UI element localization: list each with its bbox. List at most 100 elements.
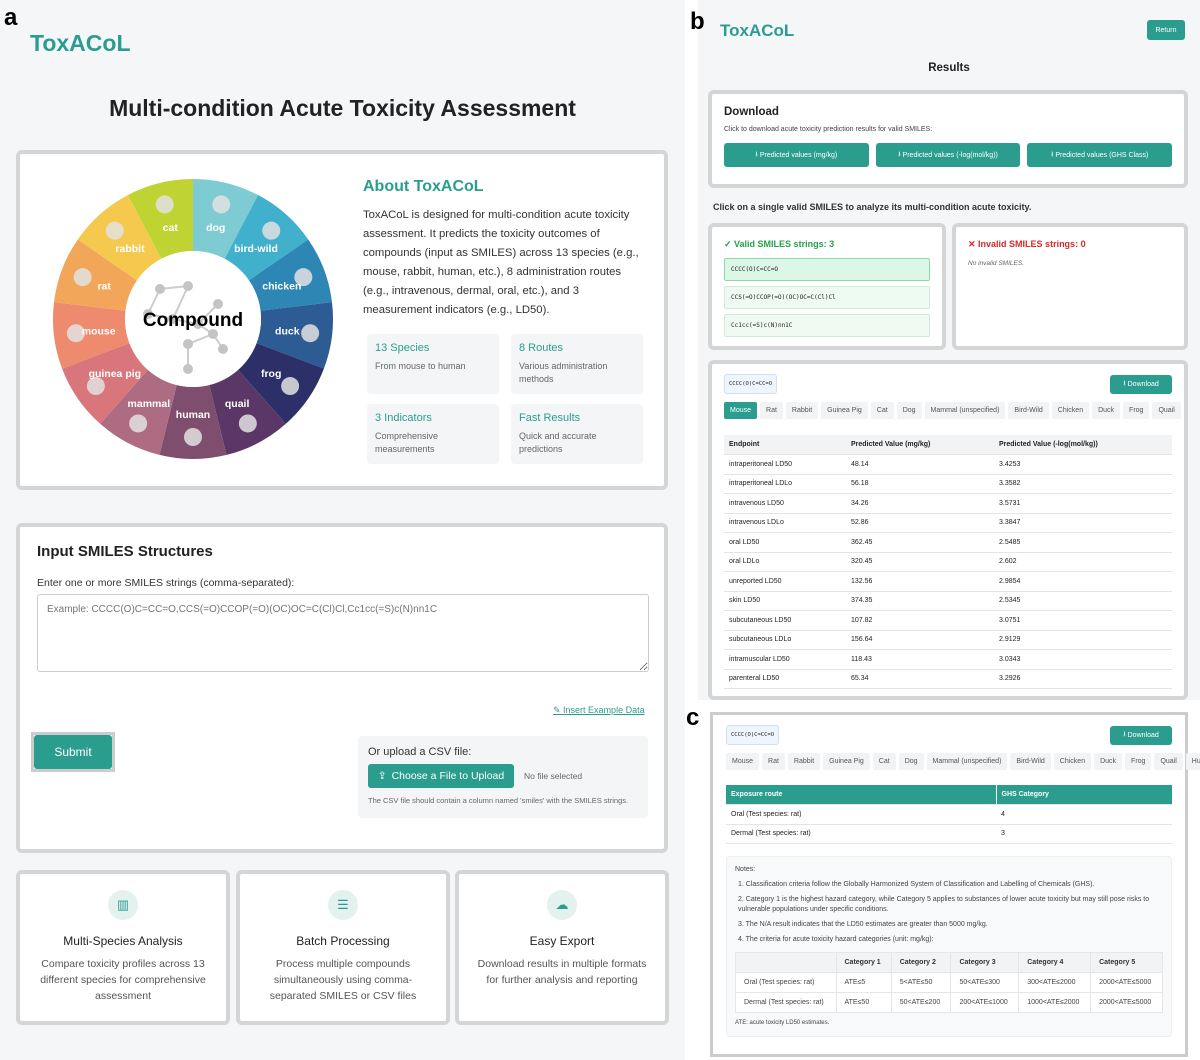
tab-frog[interactable]: Frog	[1123, 402, 1150, 419]
valid-title: Valid SMILES strings: 3	[734, 239, 835, 249]
tab-mouse[interactable]: Mouse	[724, 402, 758, 419]
detail-download-button[interactable]: ⭳ Download	[1110, 725, 1172, 745]
tab-bird-wild[interactable]: Bird-Wild	[1010, 753, 1051, 770]
endpoint-cell: intravenous LD50	[724, 493, 846, 514]
instruction-text: Click on a single valid SMILES to analyz…	[713, 202, 1032, 212]
logmolkg-cell: 3.0751	[994, 610, 1172, 631]
feature-desc: Compare toxicity profiles across 13 diff…	[40, 958, 206, 1002]
wheel-label: duck	[275, 325, 300, 337]
download-card: Download Click to download acute toxicit…	[708, 90, 1188, 188]
wheel-label: guinea pig	[89, 368, 141, 380]
cat-icon	[155, 195, 174, 214]
criteria-cell: Oral (Test species: rat)	[735, 972, 837, 993]
brand-logo[interactable]: ToxACoL	[30, 30, 131, 57]
database-icon: ☰	[328, 890, 358, 920]
download-title: Download	[724, 106, 779, 118]
detail-download-button[interactable]: ⭳ Download	[1110, 374, 1172, 394]
file-status: No file selected	[524, 771, 583, 781]
selected-smiles: CCCC(O)C=CC=O	[726, 725, 780, 745]
about-card: dog bird-wild chicken duck frog quail human mam…	[16, 150, 668, 490]
criteria-cell: 2000<ATE≤5000	[1090, 992, 1163, 1013]
tab-duck[interactable]: Duck	[1092, 402, 1121, 419]
tab-quail[interactable]: Quail	[1154, 753, 1183, 770]
tab-huma[interactable]: Huma	[1185, 753, 1200, 770]
criteria-cell: ATE≤5	[835, 972, 892, 993]
stat-title: 3 Indicators	[375, 412, 432, 424]
panel-label-b: b	[690, 8, 705, 35]
endpoint-cell: intraperitoneal LD50	[724, 454, 846, 475]
species-tabs: Mouse Rat Rabbit Guinea Pig Cat Dog Mammal (un…	[724, 402, 1184, 419]
wheel-label: frog	[261, 368, 281, 380]
criteria-cell: 300<ATE≤2000	[1018, 972, 1092, 993]
stat-title: Fast Results	[519, 412, 581, 424]
criteria-cell: Dermal (Test species: rat)	[735, 992, 837, 1013]
table-row: subcutaneous LD50 107.82 3.0751	[724, 610, 1172, 631]
criteria-cell: 2000<ATE≤5000	[1090, 972, 1163, 993]
notes-title: Notes:	[735, 866, 756, 873]
tab-guinea-pig[interactable]: Guinea Pig	[823, 753, 870, 770]
download-ghs-button[interactable]: ⭳ Predicted values (GHS Class)	[1027, 143, 1173, 167]
tab-dog[interactable]: Dog	[898, 753, 924, 770]
tab-guinea-pig[interactable]: Guinea Pig	[821, 402, 868, 419]
logmolkg-cell: 3.0343	[994, 649, 1172, 670]
tab-chicken[interactable]: Chicken	[1051, 402, 1090, 419]
category-cell: 4	[996, 804, 1172, 825]
tab-rabbit[interactable]: Rabbit	[787, 753, 821, 770]
panel-c: CCCC(O)C=CC=O ⭳ Download Mouse Rat Rabbit G…	[710, 712, 1200, 1057]
molecule-atom	[183, 364, 193, 374]
download-logmolkg-button[interactable]: ⭳ Predicted values (-log(mol/kg))	[875, 143, 1021, 167]
table-row: oral LDLo 320.45 2.602	[724, 552, 1172, 572]
feature-title: Batch Processing	[296, 934, 390, 948]
mgkg-cell: 48.14	[846, 454, 994, 475]
logmolkg-cell: 3.3847	[994, 513, 1172, 533]
criteria-cell: 5<ATE≤50	[890, 972, 952, 993]
smiles-item[interactable]: Cc1cc(=S)c(N)nn1C	[724, 314, 930, 337]
smiles-item[interactable]: CCS(=O)CCOP(=O)(OC)OC=C(Cl)Cl	[724, 286, 930, 309]
choose-file-button[interactable]: ⇪ Choose a File to Upload	[368, 764, 514, 788]
mgkg-cell: 156.64	[846, 630, 994, 650]
tab-bird-wild[interactable]: Bird-Wild	[1008, 402, 1049, 419]
input-card: Input SMILES Structures Enter one or mor…	[16, 523, 668, 853]
stat-fast: Fast Results Quick and accurate predictio…	[511, 404, 643, 464]
criteria-cell: 200<ATE≤1000	[950, 992, 1020, 1013]
tab-duck[interactable]: Duck	[1094, 753, 1123, 770]
tab-rabbit[interactable]: Rabbit	[785, 402, 819, 419]
tab-frog[interactable]: Frog	[1125, 753, 1152, 770]
criteria-cell: 50<ATE≤200	[890, 992, 952, 1013]
pencil-icon: ✎	[553, 705, 564, 715]
table-row: oral LD50 362.45 2.5485	[724, 532, 1172, 553]
tab-dog[interactable]: Dog	[896, 402, 922, 419]
table-row: skin LD50 374.35 2.5345	[724, 591, 1172, 611]
smiles-input[interactable]	[37, 594, 649, 672]
feature-card-batch: ☰ Batch Processing Process multiple comp…	[236, 870, 450, 1025]
stat-routes: 8 Routes Various administration methods	[511, 334, 643, 394]
table-row: unreported LD50 132.56 2.9854	[724, 571, 1172, 592]
frog-icon	[281, 377, 300, 396]
tab-mouse[interactable]: Mouse	[726, 753, 760, 770]
tab-cat[interactable]: Cat	[872, 753, 896, 770]
panel-b: b ToxACoL Return Results Download Click …	[690, 0, 1200, 700]
tab-mammal-unspecified-[interactable]: Mammal (unspecified)	[926, 753, 1008, 770]
tab-quail[interactable]: Quail	[1152, 402, 1181, 419]
brand-logo[interactable]: ToxACoL	[720, 21, 794, 41]
button-label: Predicted values (-log(mol/kg))	[902, 151, 998, 159]
wheel-label: rabbit	[115, 243, 145, 255]
return-button[interactable]: Return	[1147, 20, 1185, 40]
tab-chicken[interactable]: Chicken	[1053, 753, 1092, 770]
download-mgkg-button[interactable]: ⭳ Predicted values (mg/kg)	[724, 143, 869, 167]
table-row: intraperitoneal LDLo 56.18 3.3582	[724, 474, 1172, 494]
panel-label-c: c	[686, 704, 700, 731]
criteria-table: Category 1 Category 2 Category 3 Category 4…	[735, 952, 1163, 1013]
smiles-item-selected[interactable]: CCCC(O)C=CC=O	[724, 258, 930, 281]
tab-mammal-unspecified-[interactable]: Mammal (unspecified)	[924, 402, 1006, 419]
submit-button[interactable]: Submit	[34, 735, 112, 769]
quail-icon	[238, 414, 257, 433]
tab-rat[interactable]: Rat	[760, 402, 783, 419]
tab-huma[interactable]: Huma	[1183, 402, 1184, 419]
button-label: Download	[1127, 380, 1159, 388]
tab-cat[interactable]: Cat	[870, 402, 894, 419]
insert-example-link[interactable]: ✎ Insert Example Data	[553, 705, 645, 716]
mgkg-cell: 374.35	[846, 591, 994, 611]
tab-rat[interactable]: Rat	[762, 753, 785, 770]
panel-label-a: a	[4, 4, 18, 31]
